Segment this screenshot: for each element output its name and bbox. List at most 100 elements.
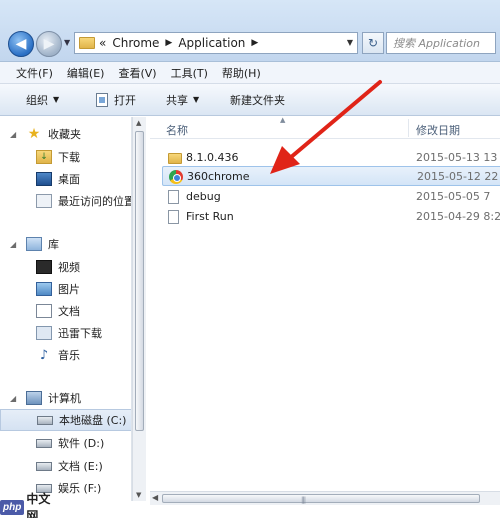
nav-item-pictures[interactable]: 图片 — [0, 278, 131, 300]
nav-item-videos[interactable]: 视频 — [0, 256, 131, 278]
drive-icon — [37, 415, 53, 425]
nav-item-label: 文档 (E:) — [58, 460, 103, 473]
column-date-modified[interactable]: 修改日期 — [416, 122, 460, 138]
scrollbar-thumb[interactable] — [135, 131, 144, 431]
thunder-download-icon — [36, 326, 52, 340]
nav-item-label: 下载 — [58, 151, 80, 164]
recent-pages-dropdown[interactable]: ▼ — [64, 38, 72, 47]
nav-favorites-label: 收藏夹 — [48, 128, 81, 141]
menu-file[interactable]: 文件(F) — [16, 65, 53, 81]
new-folder-button[interactable]: 新建文件夹 — [230, 92, 285, 108]
nav-item-label: 迅雷下载 — [58, 327, 102, 340]
navigation-scrollbar[interactable]: ▲ ▼ — [132, 117, 146, 501]
downloads-folder-icon: ↓ — [36, 150, 52, 164]
navigation-pane: ◢ ★ 收藏夹 ↓ 下载 桌面 最近访问的位置 ◢ 库 视频 图片 文档 迅雷下… — [0, 117, 132, 501]
nav-item-label: 软件 (D:) — [58, 437, 105, 450]
library-icon — [26, 237, 42, 251]
nav-item-drive-f[interactable]: 娱乐 (F:) — [0, 477, 131, 499]
nav-item-label: 音乐 — [58, 349, 80, 362]
column-name[interactable]: 名称 — [166, 122, 188, 138]
music-icon: ♪ — [39, 347, 49, 363]
address-bar-row: ◀ ▶ ▼ « Chrome ▶ Application ▶ ▼ ↻ 搜索 Ap… — [0, 0, 500, 62]
horizontal-scrollbar[interactable]: ◀ ||| — [150, 491, 500, 505]
chrome-app-icon — [169, 170, 183, 184]
organize-button[interactable]: 组织 ▼ — [26, 92, 96, 108]
chevron-down-icon: ▼ — [53, 95, 60, 104]
address-dropdown-icon[interactable]: ▼ — [347, 38, 353, 47]
new-folder-label: 新建文件夹 — [230, 93, 285, 107]
sort-arrow-icon: ▲ — [280, 117, 286, 124]
nav-libraries[interactable]: ◢ 库 — [0, 233, 131, 255]
file-list: ▲ 名称 修改日期 8.1.0.436 2015-05-13 13 360chr… — [150, 117, 500, 491]
folder-icon — [79, 37, 95, 49]
drive-icon — [36, 461, 52, 471]
file-row[interactable]: debug 2015-05-05 7 — [162, 187, 500, 207]
scroll-up-icon[interactable]: ▲ — [136, 119, 141, 127]
nav-computer[interactable]: ◢ 计算机 — [0, 387, 131, 409]
folder-icon — [168, 153, 182, 164]
nav-item-desktop[interactable]: 桌面 — [0, 168, 131, 190]
open-button[interactable]: 打开 — [96, 92, 166, 108]
forward-button[interactable]: ▶ — [36, 31, 62, 57]
nav-item-drive-c[interactable]: 本地磁盘 (C:) — [0, 409, 131, 431]
expand-arrow-icon[interactable]: ◢ — [10, 394, 16, 403]
nav-item-label: 文档 — [58, 305, 80, 318]
file-row[interactable]: 8.1.0.436 2015-05-13 13 — [162, 148, 500, 168]
file-name: 360chrome — [187, 170, 250, 183]
breadcrumb-chrome[interactable]: Chrome — [112, 36, 159, 50]
menu-view[interactable]: 查看(V) — [118, 65, 156, 81]
menu-tools[interactable]: 工具(T) — [171, 65, 208, 81]
nav-item-label: 桌面 — [58, 173, 80, 186]
drive-icon — [36, 438, 52, 448]
video-icon — [36, 260, 52, 274]
desktop-icon — [36, 172, 52, 186]
nav-favorites[interactable]: ◢ ★ 收藏夹 — [0, 123, 131, 145]
expand-arrow-icon[interactable]: ◢ — [10, 240, 16, 249]
column-divider[interactable] — [408, 119, 409, 137]
menu-bar: 文件(F) 编辑(E) 查看(V) 工具(T) 帮助(H) — [0, 62, 500, 84]
chevron-right-icon[interactable]: ▶ — [165, 38, 172, 48]
scroll-left-icon[interactable]: ◀ — [152, 493, 158, 502]
nav-item-label: 本地磁盘 (C:) — [59, 414, 127, 427]
share-button[interactable]: 共享 ▼ — [166, 92, 230, 108]
nav-libraries-label: 库 — [48, 238, 59, 251]
expand-arrow-icon[interactable]: ◢ — [10, 130, 16, 139]
breadcrumb-application[interactable]: Application — [178, 36, 245, 50]
drive-icon — [36, 483, 52, 493]
back-button[interactable]: ◀ — [8, 31, 34, 57]
scrollbar-thumb[interactable]: ||| — [162, 494, 480, 504]
nav-item-music[interactable]: ♪ 音乐 — [0, 344, 131, 366]
file-row[interactable]: First Run 2015-04-29 8:2 — [162, 207, 500, 227]
chevron-down-icon: ▼ — [193, 95, 200, 104]
refresh-button[interactable]: ↻ — [362, 32, 384, 54]
nav-item-label: 娱乐 (F:) — [58, 482, 102, 495]
picture-icon — [36, 282, 52, 296]
organize-label: 组织 — [26, 93, 48, 107]
nav-item-recent-places[interactable]: 最近访问的位置 — [0, 190, 131, 212]
file-date: 2015-05-05 7 — [416, 190, 491, 203]
menu-help[interactable]: 帮助(H) — [222, 65, 261, 81]
back-arrow-icon: ◀ — [15, 36, 27, 52]
command-bar: 组织 ▼ 打开 共享 ▼ 新建文件夹 — [0, 84, 500, 116]
nav-item-documents[interactable]: 文档 — [0, 300, 131, 322]
scroll-down-icon[interactable]: ▼ — [136, 491, 141, 499]
star-icon: ★ — [27, 126, 41, 142]
breadcrumb-overflow[interactable]: « — [99, 36, 106, 50]
nav-item-drive-d[interactable]: 软件 (D:) — [0, 432, 131, 454]
forward-arrow-icon: ▶ — [43, 36, 55, 52]
nav-item-thunder-downloads[interactable]: 迅雷下载 — [0, 322, 131, 344]
recent-places-icon — [36, 194, 52, 208]
file-name: debug — [186, 190, 221, 203]
search-input[interactable]: 搜索 Application — [386, 32, 496, 54]
nav-item-downloads[interactable]: ↓ 下载 — [0, 146, 131, 168]
chevron-right-icon[interactable]: ▶ — [251, 38, 258, 48]
file-name: 8.1.0.436 — [186, 151, 239, 164]
address-field[interactable]: « Chrome ▶ Application ▶ ▼ — [74, 32, 358, 54]
nav-item-drive-e[interactable]: 文档 (E:) — [0, 455, 131, 477]
menu-edit[interactable]: 编辑(E) — [67, 65, 105, 81]
file-date: 2015-05-13 13 — [416, 151, 498, 164]
file-row-selected[interactable]: 360chrome 2015-05-12 22 — [162, 166, 500, 186]
file-icon — [168, 210, 179, 224]
refresh-icon: ↻ — [367, 36, 379, 50]
document-icon — [36, 304, 52, 318]
